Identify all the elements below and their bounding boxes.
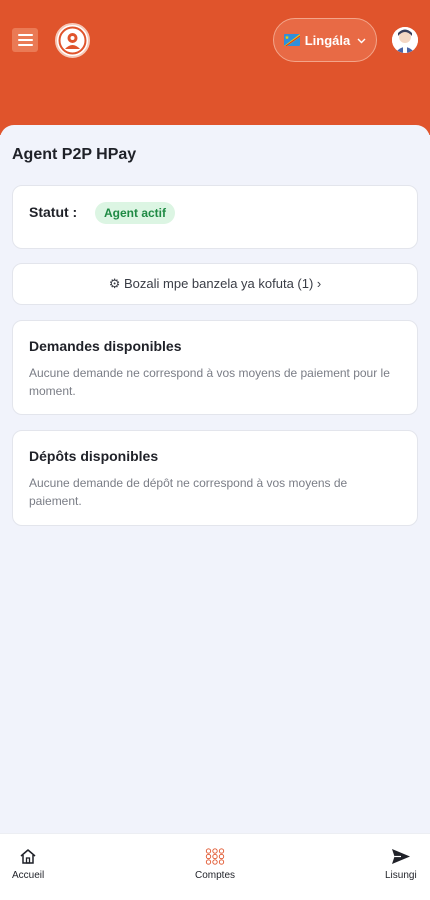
nav-label-comptes: Comptes [195, 870, 236, 881]
menu-line [17, 39, 33, 41]
status-label: Statut : [29, 204, 78, 220]
page-title: Agent P2P HPay [12, 146, 137, 163]
nav-label-home: Accueil [12, 870, 45, 881]
logo-icon [58, 26, 87, 55]
home-icon [20, 849, 36, 864]
payment-settings-link[interactable]: ⚙ Bozali mpe banzela ya kofuta (1) › [12, 263, 418, 305]
grid-icon [205, 848, 225, 865]
app-header: Lingála [0, 0, 430, 135]
main-content: Agent P2P HPay Statut : Agent actif ⚙ Bo… [0, 125, 430, 835]
bottom-navigation: Accueil Comptes Lisungi [0, 833, 430, 900]
hamburger-menu-button[interactable] [12, 28, 38, 52]
available-deposits-card: Dépôts disponibles Aucune demande de dép… [12, 430, 418, 526]
menu-line [17, 34, 33, 36]
available-requests-title: Demandes disponibles [29, 338, 182, 354]
nav-item-home[interactable]: Accueil [12, 848, 44, 881]
available-deposits-empty-text: Aucune demande de dépôt ne correspond à … [29, 476, 348, 508]
app-logo[interactable] [55, 23, 90, 58]
nav-item-lisungi[interactable]: Lisungi [385, 848, 417, 881]
chevron-down-icon [357, 36, 366, 47]
send-icon [391, 849, 410, 864]
language-selector-button[interactable]: Lingála [273, 18, 377, 62]
status-badge: Agent actif [95, 202, 176, 224]
nav-item-comptes[interactable]: Comptes [195, 848, 235, 881]
available-deposits-title: Dépôts disponibles [29, 448, 159, 464]
drc-flag-icon [283, 34, 300, 46]
user-avatar-icon [392, 27, 418, 53]
available-requests-card: Demandes disponibles Aucune demande ne c… [12, 320, 418, 415]
user-avatar[interactable] [392, 27, 418, 53]
status-card: Statut : Agent actif [12, 185, 418, 249]
language-label: Lingála [304, 32, 351, 48]
nav-label-lisungi: Lisungi [385, 870, 417, 881]
menu-line [17, 44, 33, 46]
available-requests-empty-text: Aucune demande ne correspond à vos moyen… [29, 366, 390, 398]
